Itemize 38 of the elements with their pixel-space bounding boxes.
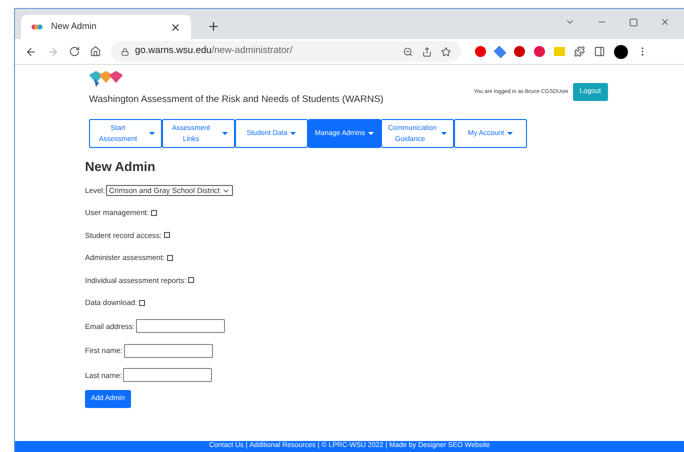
close-icon[interactable] — [170, 22, 181, 32]
maximize-icon[interactable] — [629, 18, 638, 26]
extensions-icon[interactable] — [574, 46, 585, 57]
caret-icon — [368, 132, 374, 136]
checkbox[interactable] — [188, 277, 194, 284]
share-icon[interactable] — [422, 46, 432, 56]
checkbox[interactable] — [139, 300, 146, 306]
extension-icon[interactable] — [514, 46, 525, 57]
bookmark-icon[interactable] — [441, 46, 451, 56]
input-field[interactable] — [124, 344, 213, 358]
home-icon[interactable] — [90, 46, 101, 57]
extension-icon[interactable] — [534, 46, 545, 57]
caret-icon — [507, 132, 514, 136]
extension-icon[interactable] — [494, 45, 506, 58]
tab-title: New Admin — [51, 20, 98, 34]
address-bar[interactable]: go.warns.wsu.edu/new-administrator/ — [111, 41, 461, 62]
zoom-icon[interactable] — [403, 46, 413, 56]
page-heading: New Admin — [85, 158, 156, 176]
caret-icon — [441, 132, 447, 136]
checkbox[interactable] — [150, 210, 157, 216]
lock-icon — [121, 48, 129, 56]
close-icon[interactable] — [660, 17, 670, 27]
caret-icon — [290, 132, 296, 136]
browser-tab[interactable]: New Admin — [21, 15, 191, 39]
avatar[interactable] — [614, 44, 628, 58]
input-field[interactable] — [123, 368, 212, 382]
caret-icon — [149, 132, 155, 136]
new-tab-icon[interactable] — [207, 20, 220, 33]
checkbox[interactable] — [166, 254, 173, 261]
back-icon[interactable] — [25, 46, 37, 58]
caret-icon — [222, 132, 228, 136]
checkbox[interactable] — [164, 232, 170, 238]
input-field[interactable] — [136, 319, 225, 334]
side-panel-icon[interactable] — [594, 46, 605, 57]
url-text: go.warns.wsu.edu/new-administrator/ — [135, 44, 294, 58]
site-title: Washington Assessment of the Risk and Needs of Students (WARNS) — [89, 93, 384, 107]
extension-icon[interactable] — [475, 46, 486, 57]
reload-icon[interactable] — [69, 46, 80, 57]
